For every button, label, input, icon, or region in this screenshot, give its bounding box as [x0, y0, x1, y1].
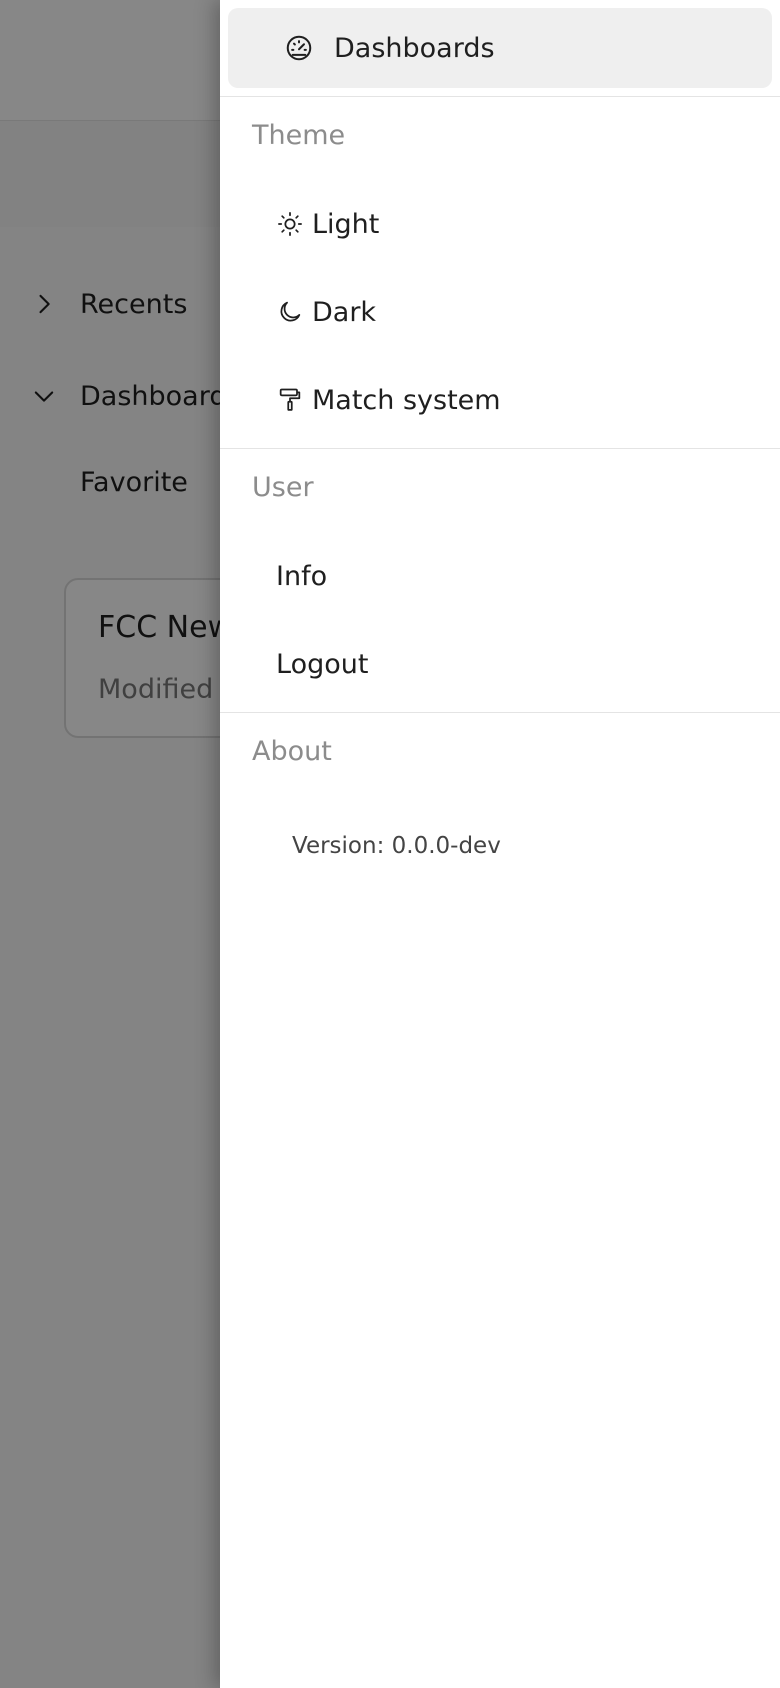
- user-menu-label: Info: [276, 560, 328, 592]
- section-title-user: User: [252, 472, 314, 503]
- divider: [220, 712, 780, 713]
- section-title-about: About: [252, 736, 332, 767]
- theme-option-label: Dark: [312, 296, 377, 328]
- user-info-button[interactable]: Info: [276, 554, 327, 598]
- divider: [220, 96, 780, 97]
- paint-roller-icon: [279, 388, 301, 411]
- theme-option-label: Light: [312, 208, 380, 240]
- theme-option-light[interactable]: Light: [276, 202, 379, 246]
- nav-item-label: Dashboards: [334, 32, 495, 64]
- moon-icon: [280, 301, 301, 322]
- dashboard-gauge-icon: [286, 35, 312, 61]
- theme-option-dark[interactable]: Dark: [276, 290, 376, 334]
- user-menu-label: Logout: [276, 648, 369, 680]
- navigation-drawer: Dashboards Theme Light Dark Match system…: [220, 0, 780, 1688]
- theme-option-match-system[interactable]: Match system: [276, 378, 501, 422]
- nav-item-dashboards[interactable]: Dashboards: [228, 8, 772, 88]
- section-title-theme: Theme: [252, 120, 346, 151]
- sun-icon: [278, 212, 302, 236]
- divider: [220, 448, 780, 449]
- logout-button[interactable]: Logout: [276, 642, 368, 686]
- theme-option-label: Match system: [312, 384, 501, 416]
- app-version: Version: 0.0.0-dev: [292, 833, 501, 859]
